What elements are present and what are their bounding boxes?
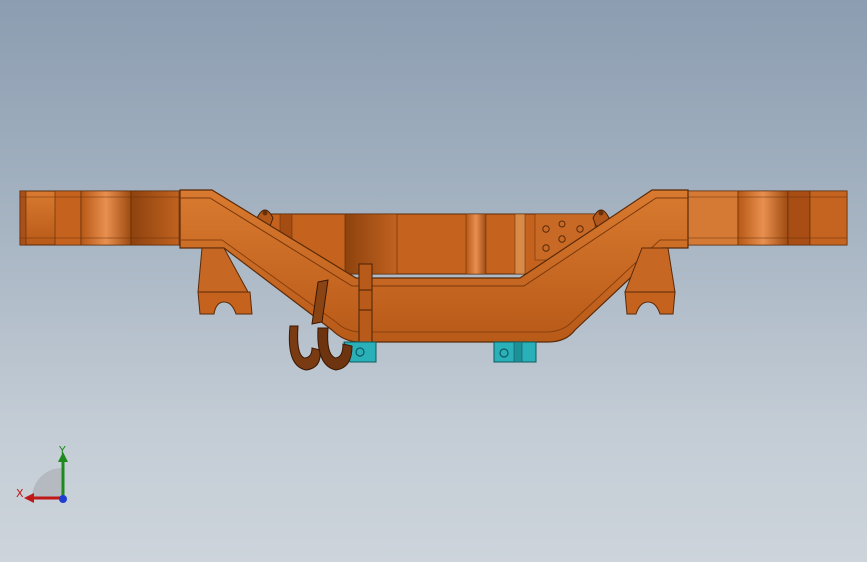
- 3d-viewport[interactable]: X Y: [0, 0, 867, 562]
- x-axis-label: X: [16, 487, 24, 500]
- y-axis-label: Y: [59, 444, 66, 457]
- left-end-beam[interactable]: [19, 190, 183, 246]
- center-bracket-post[interactable]: [358, 263, 373, 343]
- cyan-bracket-right[interactable]: [493, 341, 537, 363]
- right-end-beam[interactable]: [685, 190, 848, 246]
- triad-plane-icon: [32, 468, 62, 498]
- z-axis-dot-icon: [59, 495, 67, 503]
- bogie-frame-model[interactable]: [0, 0, 867, 562]
